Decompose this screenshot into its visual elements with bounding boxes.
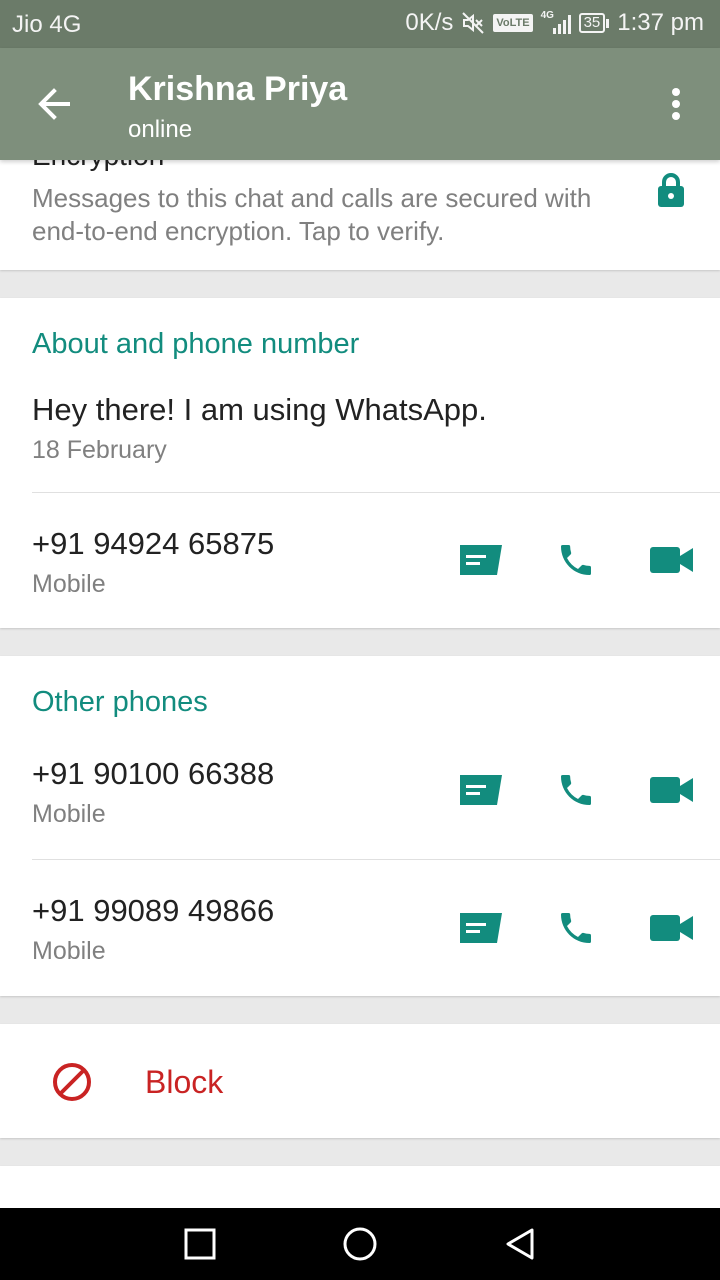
block-button[interactable]	[0, 1024, 720, 1138]
phone-icon	[561, 545, 591, 575]
navigation-bar	[0, 1208, 720, 1280]
clock: 1:37 pm	[617, 9, 704, 36]
app-bar: Krishna Priya online	[0, 48, 720, 160]
back-arrow-icon[interactable]	[34, 84, 74, 124]
block-label[interactable]: Block	[145, 1064, 223, 1101]
about-section-title: About and phone number	[32, 328, 360, 360]
phone-type: Mobile	[32, 570, 106, 598]
network-speed: 0K/s	[405, 9, 454, 36]
message-icon	[460, 775, 502, 805]
other-phones-section-title: Other phones	[32, 686, 208, 718]
voice-call-button[interactable]	[552, 766, 600, 814]
message-button[interactable]	[456, 766, 504, 814]
video-call-button[interactable]	[648, 536, 696, 584]
message-icon	[460, 913, 502, 943]
about-card: About and phone number Hey there! I am u…	[0, 298, 720, 628]
video-camera-icon	[650, 547, 693, 573]
divider	[32, 492, 720, 493]
other-phone-number[interactable]: +91 99089 49866	[32, 893, 274, 929]
signal-icon: 4G	[541, 10, 571, 34]
back-icon[interactable]	[502, 1226, 538, 1262]
status-bar: Jio 4G 0K/s VoLTE 4G 35 1:37 pm	[0, 0, 720, 48]
mute-icon	[462, 12, 485, 34]
message-button[interactable]	[456, 904, 504, 952]
other-phone-type: Mobile	[32, 937, 106, 965]
volte-badge: VoLTE	[493, 14, 533, 32]
video-call-button[interactable]	[648, 904, 696, 952]
phone-icon	[561, 913, 591, 943]
phone-icon	[561, 775, 591, 805]
divider	[32, 859, 720, 860]
presence-status: online	[128, 116, 193, 143]
battery-level: 35	[578, 13, 606, 33]
voice-call-button[interactable]	[552, 904, 600, 952]
other-phone-number[interactable]: +91 90100 66388	[32, 756, 274, 792]
home-icon[interactable]	[342, 1226, 378, 1262]
other-phone-type: Mobile	[32, 800, 106, 828]
voice-call-button[interactable]	[552, 536, 600, 584]
recent-apps-icon[interactable]	[182, 1226, 218, 1262]
battery-icon: 35	[578, 13, 610, 33]
contact-name[interactable]: Krishna Priya	[128, 70, 347, 109]
more-options-icon[interactable]	[660, 84, 692, 124]
message-button[interactable]	[456, 536, 504, 584]
video-call-button[interactable]	[648, 766, 696, 814]
about-status-text[interactable]: Hey there! I am using WhatsApp.	[32, 392, 487, 428]
message-icon	[460, 545, 502, 575]
phone-number[interactable]: +91 94924 65875	[32, 526, 274, 562]
about-status-date: 18 February	[32, 436, 167, 464]
other-phones-card: Other phones +91 90100 66388 Mobile +91 …	[0, 656, 720, 996]
encryption-description: Messages to this chat and calls are secu…	[32, 183, 592, 246]
status-icons: 0K/s VoLTE 4G 35 1:37 pm	[405, 9, 704, 37]
video-camera-icon	[650, 777, 693, 803]
lock-icon	[658, 173, 684, 207]
carrier-label: Jio 4G	[12, 11, 82, 38]
video-camera-icon	[650, 915, 693, 941]
block-icon	[53, 1063, 91, 1101]
